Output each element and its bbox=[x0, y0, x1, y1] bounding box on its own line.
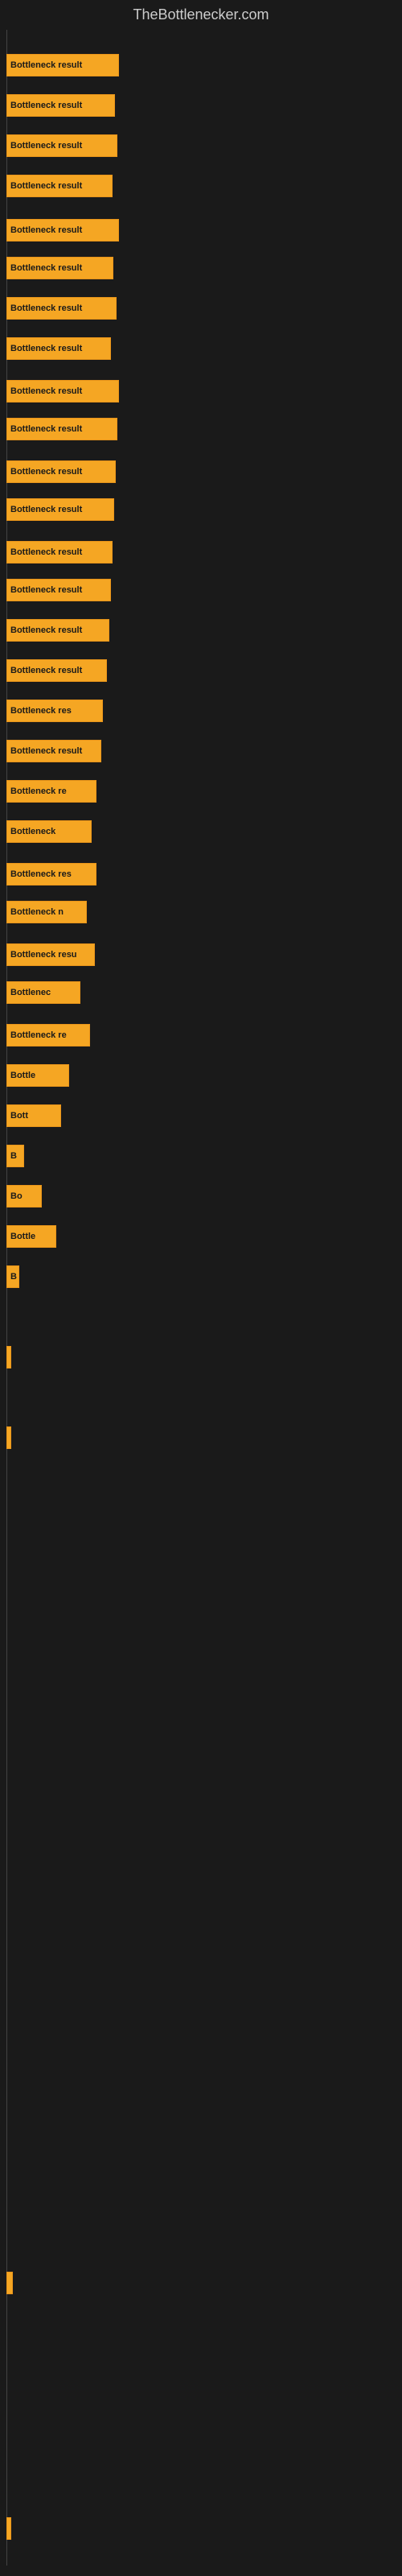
chart-area: Bottleneck result Bottleneck result Bottle… bbox=[0, 30, 402, 2566]
bottleneck-bar: Bottleneck result bbox=[6, 579, 111, 601]
bar-label: Bottleneck result bbox=[10, 547, 82, 557]
bottleneck-bar bbox=[6, 1426, 11, 1449]
bottleneck-bar: Bottleneck result bbox=[6, 498, 114, 521]
bottleneck-bar: B bbox=[6, 1265, 19, 1288]
bottleneck-bar: Bottle bbox=[6, 1064, 69, 1087]
bar-label: Bottleneck result bbox=[10, 625, 82, 635]
bar-label: Bottleneck result bbox=[10, 303, 82, 313]
bar-label: Bottleneck n bbox=[10, 907, 64, 917]
bottleneck-bar: Bottleneck result bbox=[6, 175, 113, 197]
bar-label: Bo bbox=[10, 1191, 23, 1201]
bar-label: Bottleneck res bbox=[10, 869, 72, 879]
bar-label: Bottleneck result bbox=[10, 585, 82, 595]
bar-label: B bbox=[10, 1272, 17, 1282]
site-title: TheBottlenecker.com bbox=[0, 0, 402, 30]
bottleneck-bar: Bottleneck result bbox=[6, 257, 113, 279]
bottleneck-bar: Bo bbox=[6, 1185, 42, 1208]
bottleneck-bar: Bottleneck result bbox=[6, 297, 117, 320]
bottleneck-bar bbox=[6, 2517, 11, 2540]
bottleneck-bar: Bottleneck result bbox=[6, 460, 116, 483]
bar-label: Bottleneck result bbox=[10, 181, 82, 191]
bottleneck-bar: Bottleneck result bbox=[6, 418, 117, 440]
bottleneck-bar: B bbox=[6, 1145, 24, 1167]
bottleneck-bar: Bottleneck result bbox=[6, 134, 117, 157]
bar-label: Bottleneck result bbox=[10, 101, 82, 110]
bar-label: Bottleneck result bbox=[10, 60, 82, 70]
bar-label: Bottleneck bbox=[10, 827, 55, 836]
bottleneck-bar: Bottleneck result bbox=[6, 219, 119, 242]
bottleneck-bar: Bottleneck result bbox=[6, 541, 113, 564]
bar-label: Bottle bbox=[10, 1071, 35, 1080]
bar-label: Bottle bbox=[10, 1232, 35, 1241]
bottleneck-bar: Bottleneck res bbox=[6, 863, 96, 886]
bar-label: Bottleneck result bbox=[10, 666, 82, 675]
bar-label: Bottleneck result bbox=[10, 505, 82, 514]
bottleneck-bar: Bottleneck bbox=[6, 820, 92, 843]
bar-label: Bottleneck result bbox=[10, 386, 82, 396]
bottleneck-bar: Bottle bbox=[6, 1225, 56, 1248]
bar-label: Bottleneck result bbox=[10, 467, 82, 477]
bottleneck-bar: Bottleneck result bbox=[6, 740, 101, 762]
bar-label: Bottleneck result bbox=[10, 424, 82, 434]
bar-label: B bbox=[10, 1151, 17, 1161]
bottleneck-bar: Bottleneck resu bbox=[6, 943, 95, 966]
bottleneck-bar bbox=[6, 2272, 13, 2294]
bar-label: Bottleneck result bbox=[10, 263, 82, 273]
bar-label: Bottleneck result bbox=[10, 746, 82, 756]
bottleneck-bar: Bottlenec bbox=[6, 981, 80, 1004]
bottleneck-bar: Bottleneck n bbox=[6, 901, 87, 923]
bar-label: Bottleneck res bbox=[10, 706, 72, 716]
bar-label: Bottleneck result bbox=[10, 141, 82, 151]
bottleneck-bar: Bottleneck res bbox=[6, 700, 103, 722]
bottleneck-bar: Bottleneck result bbox=[6, 659, 107, 682]
bottleneck-bar: Bottleneck result bbox=[6, 380, 119, 402]
bottleneck-bar: Bottleneck re bbox=[6, 780, 96, 803]
bottleneck-bar: Bottleneck result bbox=[6, 337, 111, 360]
bottleneck-bar bbox=[6, 1346, 11, 1368]
bar-label: Bottleneck result bbox=[10, 225, 82, 235]
bottleneck-bar: Bottleneck result bbox=[6, 94, 115, 117]
bottleneck-bar: Bottleneck re bbox=[6, 1024, 90, 1046]
bottleneck-bar: Bott bbox=[6, 1104, 61, 1127]
bar-label: Bottlenec bbox=[10, 988, 51, 997]
bar-label: Bottleneck result bbox=[10, 344, 82, 353]
bar-label: Bottleneck resu bbox=[10, 950, 77, 960]
bottleneck-bar: Bottleneck result bbox=[6, 54, 119, 76]
bar-label: Bottleneck re bbox=[10, 786, 67, 796]
y-axis-line bbox=[6, 30, 7, 2566]
bar-label: Bott bbox=[10, 1111, 28, 1121]
bottleneck-bar: Bottleneck result bbox=[6, 619, 109, 642]
bar-label: Bottleneck re bbox=[10, 1030, 67, 1040]
